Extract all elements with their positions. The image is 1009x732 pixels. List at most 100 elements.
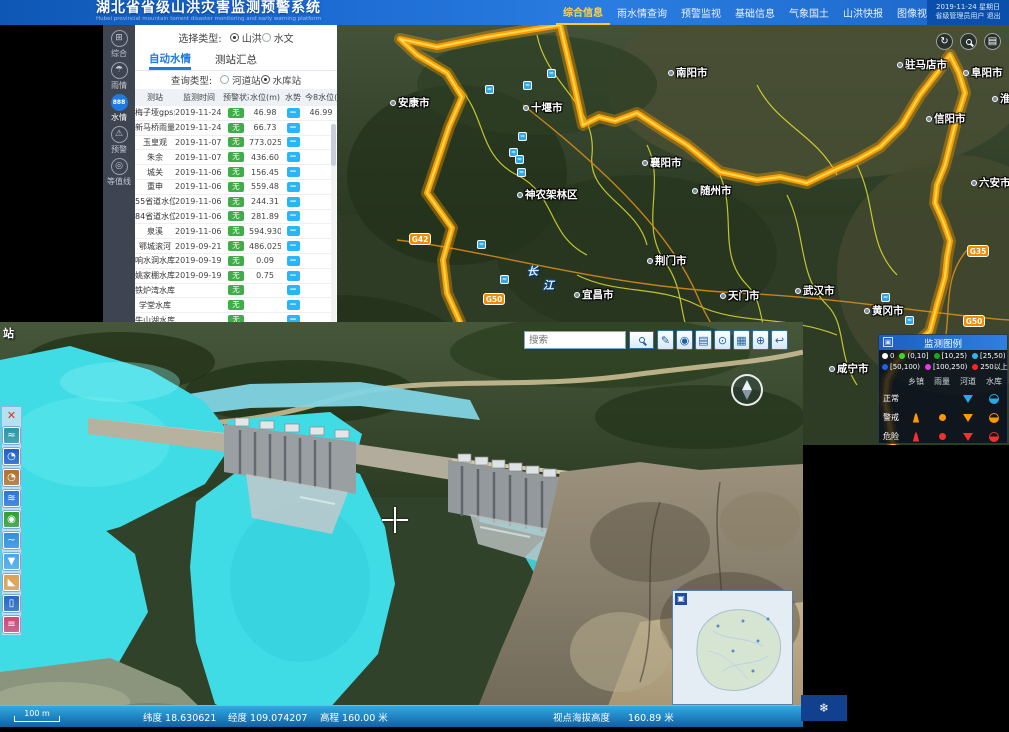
table-row[interactable]: 牛山湖水库无− [135,312,337,322]
water-station-marker[interactable]: ≈ [515,155,524,164]
sidebar-item-1[interactable]: ⊞综合 [103,30,135,62]
status-badge: 无 [228,123,244,133]
legend-title-text: 监测图例 [924,336,962,350]
nav-item-1[interactable]: 综合信息 [556,0,610,25]
status-badge: 无 [228,182,244,192]
table-row[interactable]: 姚家棚水库(…2019-09-19 06无0.75− [135,268,337,283]
nav-item-2[interactable]: 雨水情查询 [610,0,674,25]
reset-icon: ↻ [940,36,948,47]
water-station-marker[interactable]: ≈ [500,275,509,284]
water-station-marker[interactable]: ≈ [518,132,527,141]
table-scrollbar[interactable] [331,124,336,322]
water-station-marker[interactable]: ≈ [517,168,526,177]
globe-button[interactable]: ⊕ [752,330,769,350]
layer-list-button[interactable]: ▤ [695,330,712,350]
tool-typhoon[interactable]: ◉ [3,511,20,528]
water-station-marker[interactable]: ≈ [485,85,494,94]
water-station-marker[interactable]: ≈ [547,69,556,78]
viewer-3d[interactable]: 站 ✎◉▤⊙▦⊕↩ ✕ ≈◔◔≋◉~▼◣▯≡ ▣ [0,322,803,727]
draw-tool-button[interactable]: ✎ [657,330,674,350]
layers-button[interactable]: ▤ [984,33,1001,50]
city-label: 南阳市 [668,65,708,80]
scrollbar-thumb[interactable] [331,124,336,166]
tool-report[interactable]: ≡ [3,616,20,633]
nav-item-5[interactable]: 气象国土 [782,0,836,25]
table-row[interactable]: 玉皇观2019-11-07 08无773.025− [135,135,337,150]
compass[interactable] [731,374,763,406]
search-button[interactable] [629,331,654,349]
tool-waves[interactable]: ≈ [3,427,20,444]
query-filter-radio[interactable] [220,75,229,84]
overview-minimap[interactable]: ▣ [672,590,793,705]
sidebar-item-4[interactable]: ⚠预警 [103,126,135,158]
water-station-marker[interactable]: ≈ [881,293,890,302]
water-level: 0.75 [249,271,281,280]
water-station-marker[interactable]: ≈ [477,240,486,249]
tool-terrain[interactable]: ◣ [3,574,20,591]
water-station-marker[interactable]: ≈ [905,316,914,325]
type-filter-option-2[interactable]: 水文 [262,30,294,45]
table-row[interactable]: 铁炉湾水库无− [135,283,337,298]
tool-splash[interactable]: ~ [3,532,20,549]
tab-1[interactable]: 自动水情 [149,49,191,70]
view-mode-button[interactable]: ⊙ [714,330,731,350]
date-user-box[interactable]: 2019-11-24 星期日 省级管理员用户 退出 [927,0,1009,25]
type-filter-radio[interactable] [230,33,239,42]
scene-search [524,331,654,349]
tab-2[interactable]: 测站汇总 [215,49,257,70]
close-icon[interactable]: ✕ [7,409,16,423]
water-station-marker[interactable]: ≈ [523,81,532,90]
city-dot-icon [795,288,801,294]
status-badge: 无 [228,300,244,310]
table-row[interactable]: 84省道水位…2019-11-06 17无281.89− [135,209,337,224]
view-altitude-value: 160.89 米 [628,710,674,724]
back-button[interactable]: ↩ [771,330,788,350]
city-label: 驻马店市 [897,57,947,72]
query-filter-radio[interactable] [261,75,270,84]
nav-item-3[interactable]: 预警监视 [674,0,728,25]
table-row[interactable]: 学堂水库无− [135,297,337,312]
trend-flat-icon: − [287,137,300,147]
tool-inundation[interactable]: ▼ [3,553,20,570]
table-row[interactable]: 泉溪2019-11-06 05无594.930− [135,223,337,238]
trend-cell: − [281,271,305,281]
tool-sediment[interactable]: ◔ [3,469,20,486]
snapshot-button[interactable]: ▦ [733,330,750,350]
city-name: 信阳市 [934,111,966,126]
table-row[interactable]: 城关2019-11-06 22无156.45− [135,164,337,179]
table-row[interactable]: 重申2019-11-06 21无559.48− [135,179,337,194]
map-search-button[interactable] [960,33,977,50]
type-filter-radio[interactable] [262,33,271,42]
trend-flat-icon: − [287,256,300,266]
tool-whirlpool[interactable]: ◔ [3,448,20,465]
camera-button[interactable]: ◉ [676,330,693,350]
nav-item-6[interactable]: 山洪快报 [836,0,890,25]
table-row[interactable]: 鄂城滚河2019-09-21 05无486.025− [135,238,337,253]
search-input[interactable] [524,331,626,349]
sidebar-item-3[interactable]: 888水情 [103,94,135,126]
table-row[interactable]: 55省道水位…2019-11-06 20无244.31− [135,194,337,209]
type-filter: 选择类型: 山洪水文 [135,25,337,49]
query-filter-option-2[interactable]: 水库站 [261,73,302,87]
city-dot-icon [864,308,870,314]
query-filter-label: 查询类型: [171,73,212,87]
query-filter-option-1[interactable]: 河道站 [220,73,261,87]
table-row[interactable]: 朱余2019-11-07 03无436.60− [135,149,337,164]
tool-gate[interactable]: ▯ [3,595,20,612]
water-icon: 888 [111,94,128,111]
trend-cell: − [281,137,305,147]
minimap-toggle-icon[interactable]: ▣ [675,593,687,605]
legend-title[interactable]: ▣ 监测图例 [879,335,1007,350]
table-row[interactable]: 新马桥雨量…2019-11-24 07无66.73− [135,120,337,135]
snowflake-widget[interactable]: ❄ [801,695,847,721]
nav-item-4[interactable]: 基础信息 [728,0,782,25]
sidebar-item-2[interactable]: ☂雨情 [103,62,135,94]
type-filter-option-1[interactable]: 山洪 [230,30,262,45]
sidebar-item-5[interactable]: ◎等值线 [103,158,135,190]
table-row[interactable]: 响水洞水库(…2019-09-19 08无0.09− [135,253,337,268]
alarm-icon: ⚠ [111,126,128,143]
tool-wavegrid[interactable]: ≋ [3,490,20,507]
query-filter-label: 河道站 [232,73,261,87]
table-row[interactable]: 梅子垭gps台…2019-11-24 09无46.98−46.99 [135,105,337,120]
reset-view-button[interactable]: ↻ [936,33,953,50]
